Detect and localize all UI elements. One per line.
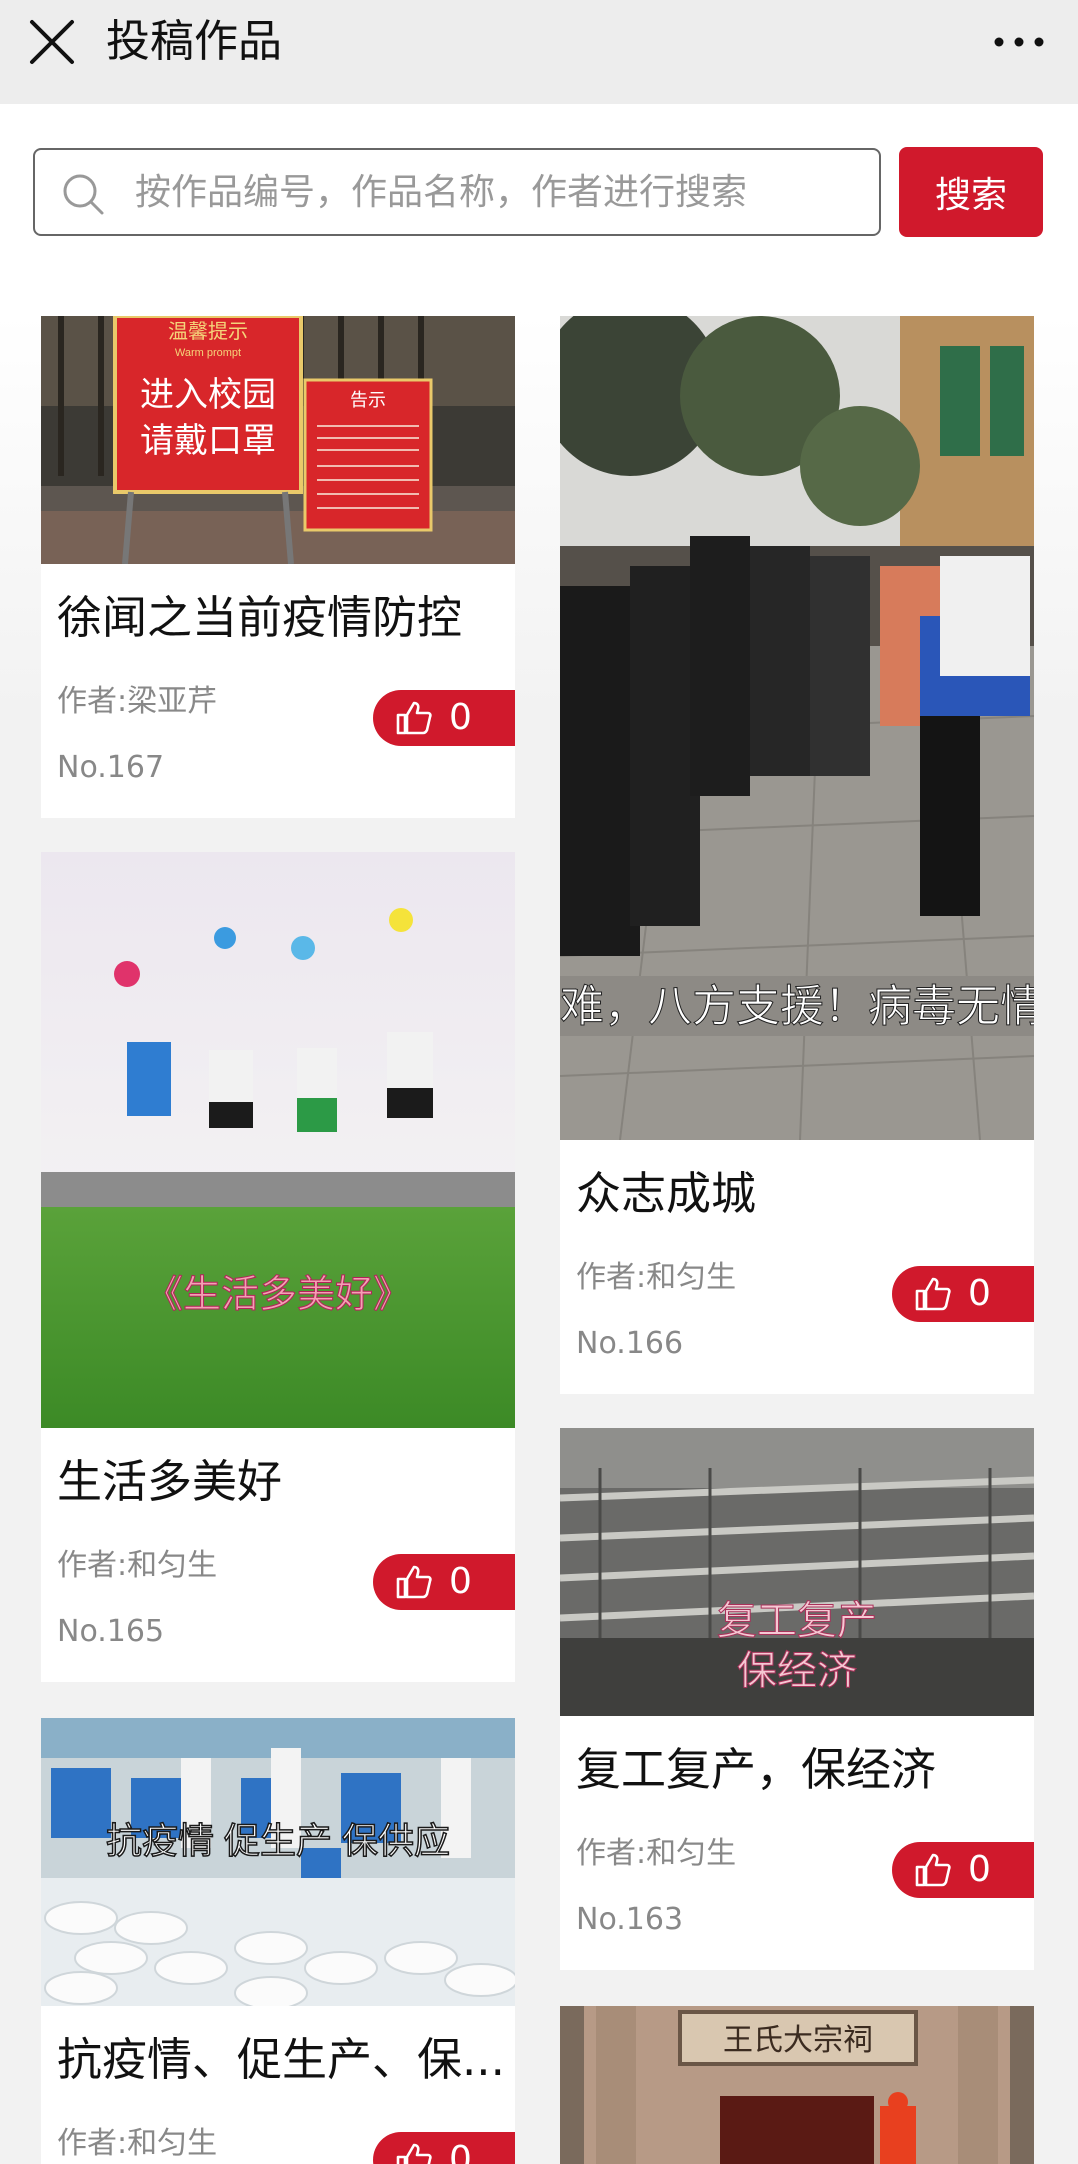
page-title: 投稿作品 xyxy=(106,16,282,67)
close-icon[interactable] xyxy=(24,14,80,70)
thumbs-up-icon xyxy=(396,701,432,735)
like-button[interactable]: 0 xyxy=(373,1554,515,1610)
work-title: 众志成城 xyxy=(576,1167,757,1220)
work-number: No.166 xyxy=(576,1326,684,1361)
like-count: 0 xyxy=(968,1273,991,1314)
work-card[interactable]: 复工复产 保经济 复工复产，保经济 作者:和匀生 0 No.163 xyxy=(560,1428,1034,1970)
search-box xyxy=(33,148,881,236)
work-author: 作者:和匀生 xyxy=(57,1548,218,1583)
notice-title: 告示 xyxy=(350,390,386,410)
work-image: 王氏大宗祠 xyxy=(560,2006,1034,2164)
work-card[interactable]: 难，八方支援！病毒无情 众志成城 作者:和匀生 0 No.166 xyxy=(560,316,1034,1394)
image-caption: 难，八方支援！病毒无情 xyxy=(560,982,1034,1031)
work-title: 生活多美好 xyxy=(57,1455,283,1508)
work-image: 温馨提示 Warm prompt 进入校园 请戴口罩 告示 xyxy=(41,316,515,564)
work-number: No.163 xyxy=(576,1902,684,1937)
image-caption-line-2: 保经济 xyxy=(737,1649,857,1693)
work-card[interactable]: 抗疫情 促生产 保供应 抗疫情、促生产、保... 作者:和匀生 0 xyxy=(41,1718,515,2164)
work-author: 作者:和匀生 xyxy=(576,1260,737,1295)
like-count: 0 xyxy=(449,1561,472,1602)
thumbs-up-icon xyxy=(915,1277,951,1311)
thumbs-up-icon xyxy=(396,1565,432,1599)
like-button[interactable]: 0 xyxy=(892,1842,1034,1898)
work-number: No.165 xyxy=(57,1614,165,1649)
like-button[interactable]: 0 xyxy=(373,2132,515,2164)
work-author: 作者:和匀生 xyxy=(57,2126,218,2161)
work-title: 抗疫情、促生产、保... xyxy=(57,2033,505,2086)
like-count: 0 xyxy=(449,2139,472,2164)
thumbs-up-icon xyxy=(915,1853,951,1887)
work-card[interactable]: 温馨提示 Warm prompt 进入校园 请戴口罩 告示 徐闻之当前疫情防控 … xyxy=(41,316,515,818)
search-bar: 搜索 xyxy=(0,104,1078,314)
page: 投稿作品 搜索 xyxy=(0,0,1078,2164)
search-input[interactable] xyxy=(135,158,865,226)
work-title: 徐闻之当前疫情防控 xyxy=(57,591,463,644)
work-author: 作者:和匀生 xyxy=(576,1836,737,1871)
work-image: 难，八方支援！病毒无情 xyxy=(560,316,1034,1140)
thumbs-up-icon xyxy=(396,2143,432,2164)
work-author: 作者:梁亚芹 xyxy=(57,684,218,719)
work-number: No.167 xyxy=(57,750,165,785)
plaque-text: 王氏大宗祠 xyxy=(723,2024,873,2057)
top-bar: 投稿作品 xyxy=(0,0,1078,104)
sign-line-1: 进入校园 xyxy=(140,376,276,414)
like-count: 0 xyxy=(449,697,472,738)
like-count: 0 xyxy=(968,1849,991,1890)
sign-title: 温馨提示 xyxy=(168,320,248,343)
image-caption: 《生活多美好》 xyxy=(145,1274,411,1316)
work-image: 《生活多美好》 xyxy=(41,852,515,1428)
work-image: 抗疫情 促生产 保供应 xyxy=(41,1718,515,2006)
image-caption-line-1: 复工复产 xyxy=(717,1599,877,1643)
sign-subtitle: Warm prompt xyxy=(175,347,241,359)
work-title: 复工复产，保经济 xyxy=(576,1743,937,1796)
more-icon[interactable] xyxy=(984,14,1054,70)
work-card[interactable]: 《生活多美好》 生活多美好 作者:和匀生 0 No.165 xyxy=(41,852,515,1682)
sign-line-2: 请戴口罩 xyxy=(140,422,276,460)
image-caption: 抗疫情 促生产 保供应 xyxy=(106,1820,450,1861)
like-button[interactable]: 0 xyxy=(892,1266,1034,1322)
work-image: 复工复产 保经济 xyxy=(560,1428,1034,1716)
like-button[interactable]: 0 xyxy=(373,690,515,746)
work-card[interactable]: 王氏大宗祠 xyxy=(560,2006,1034,2164)
search-button[interactable]: 搜索 xyxy=(899,147,1043,237)
search-icon xyxy=(63,174,104,215)
